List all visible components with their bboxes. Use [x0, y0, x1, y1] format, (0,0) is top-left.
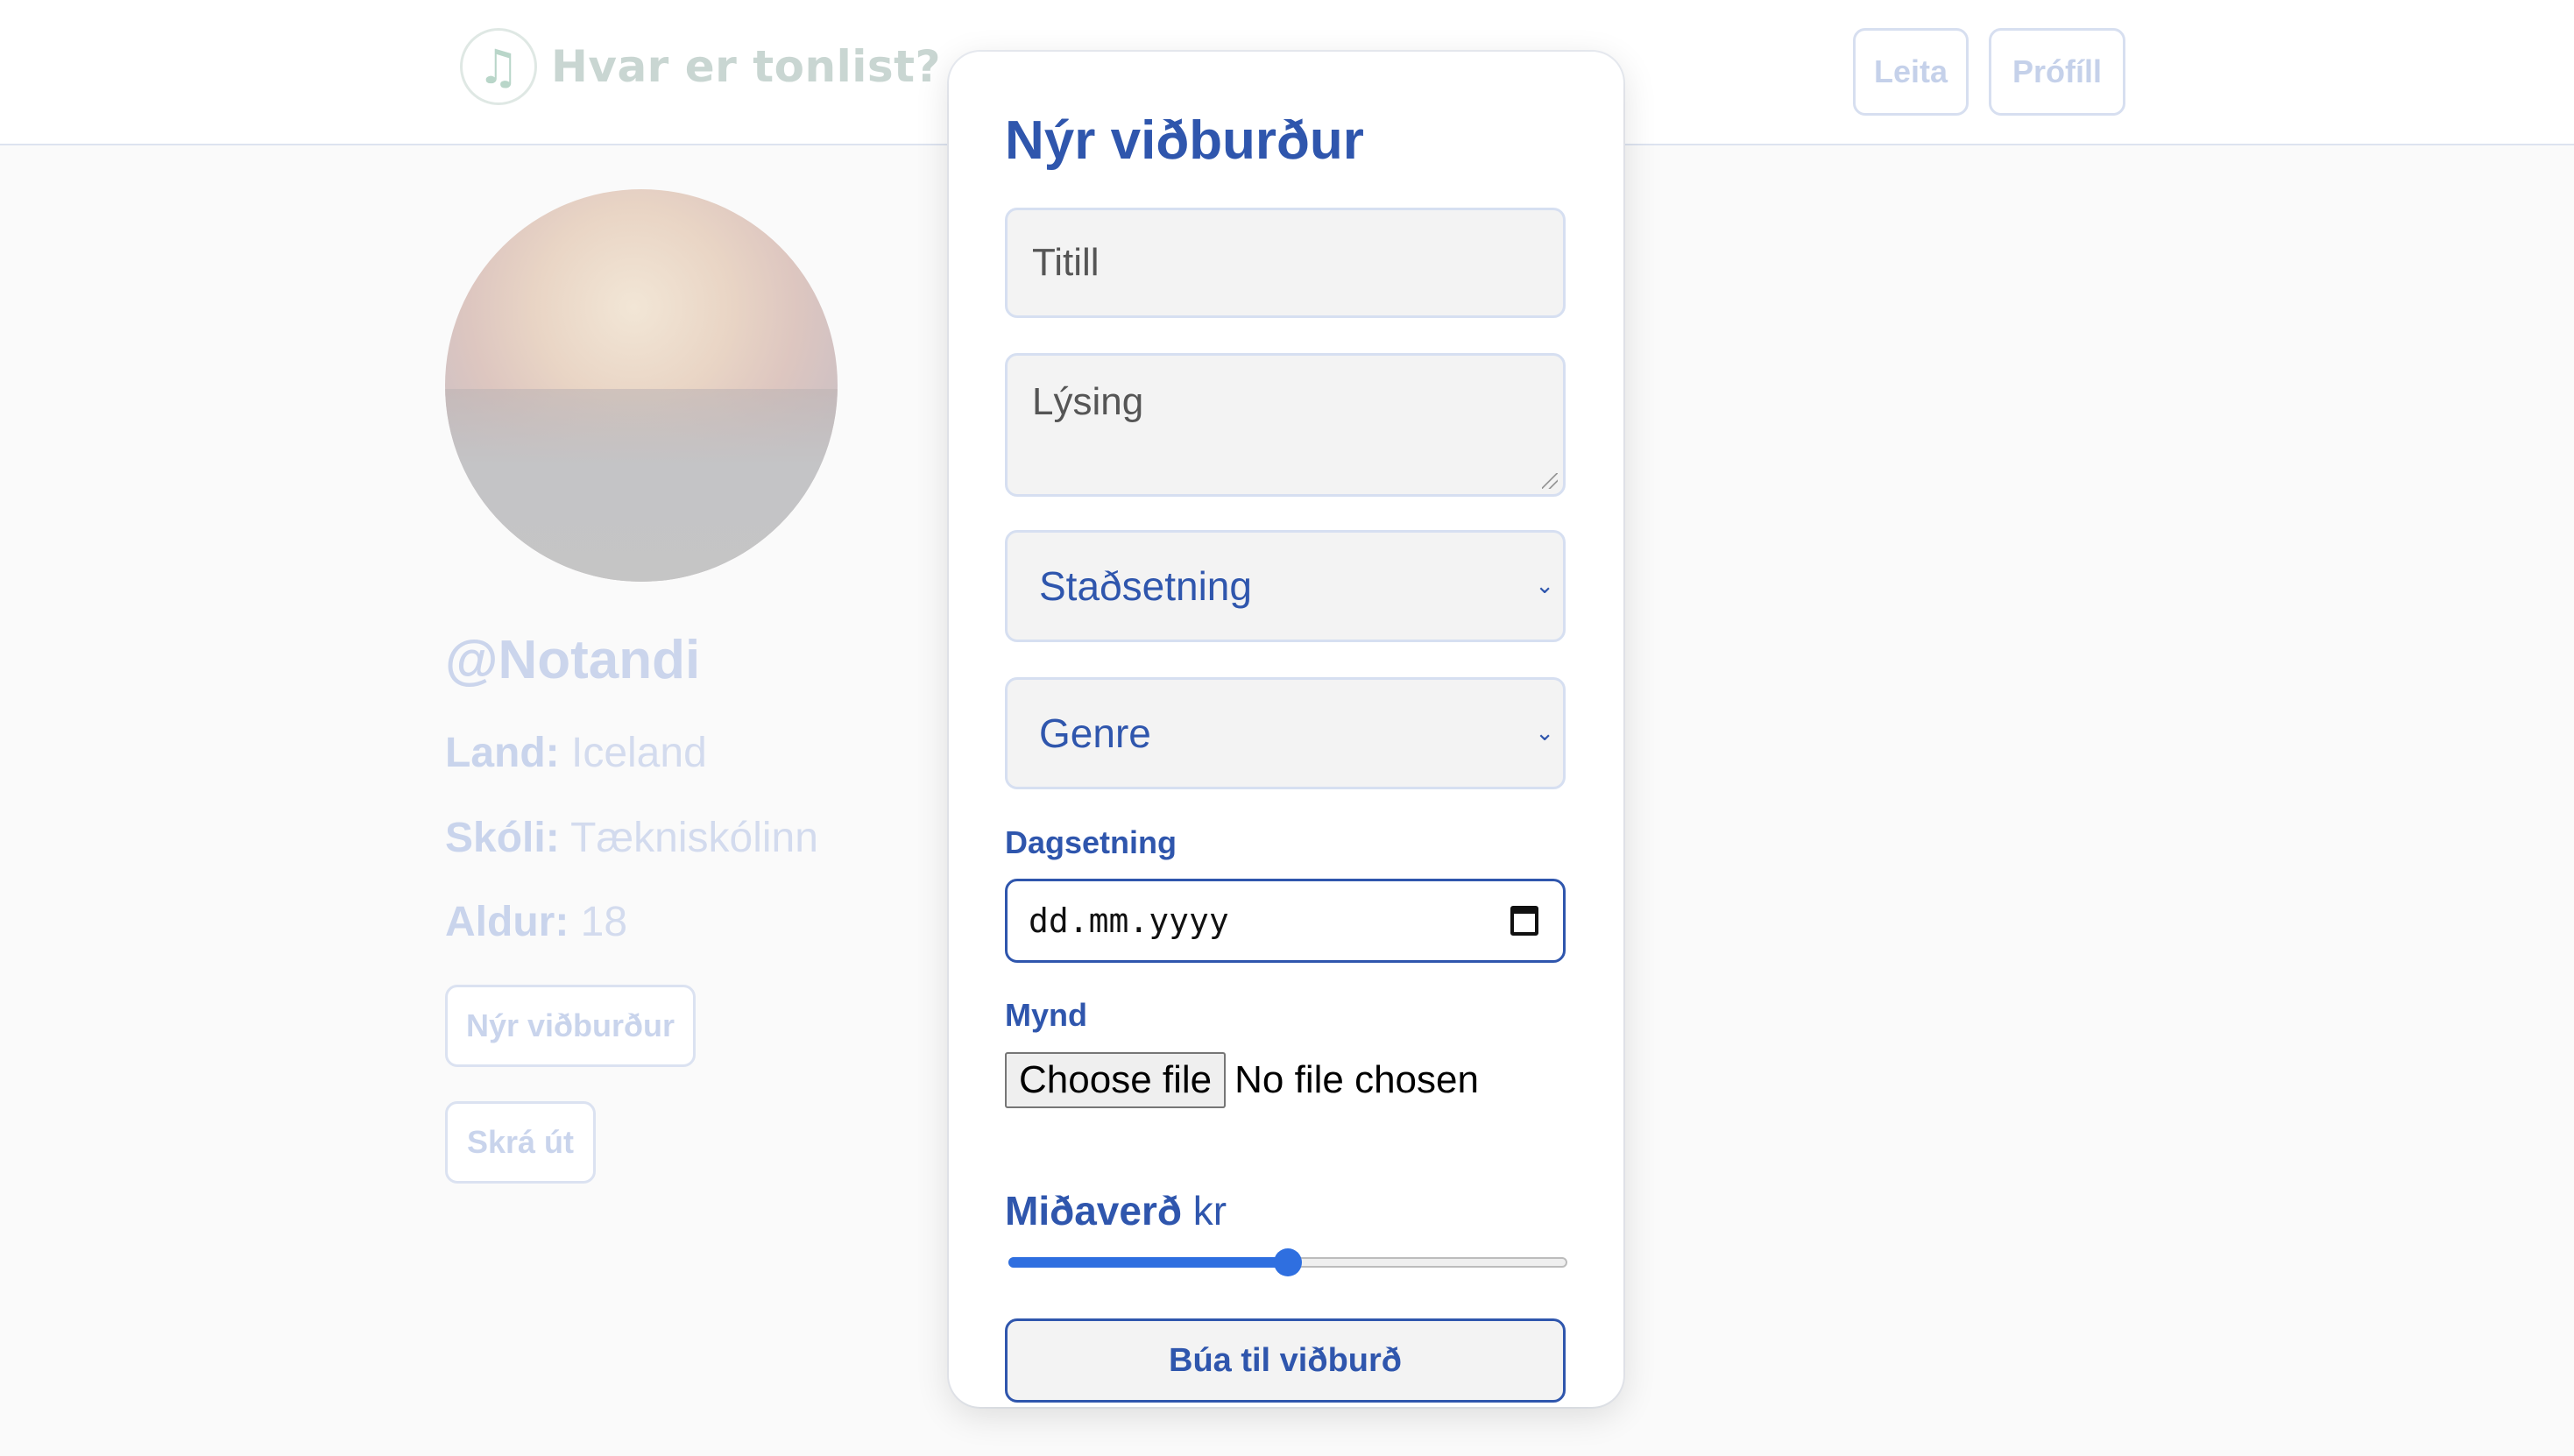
date-placeholder: dd.mm.yyyy	[1029, 901, 1229, 940]
price-unit: kr	[1192, 1188, 1227, 1233]
slider-fill	[1008, 1257, 1288, 1268]
price-slider[interactable]	[1008, 1245, 1567, 1280]
slider-thumb[interactable]	[1274, 1248, 1302, 1276]
file-input: Choose file No file chosen	[1005, 1052, 1479, 1108]
choose-file-button[interactable]: Choose file	[1005, 1052, 1227, 1108]
profile-age: Aldur: 18	[445, 898, 627, 946]
age-label: Aldur:	[445, 899, 569, 945]
profile-username: @Notandi	[445, 630, 701, 690]
date-label: Dagsetning	[1005, 824, 1177, 860]
school-label: Skóli:	[445, 815, 560, 861]
logout-button[interactable]: Skrá út	[445, 1101, 596, 1184]
chevron-down-icon: ⌄	[1535, 573, 1554, 599]
brand-title: Hvar er tonlist?	[551, 41, 942, 92]
age-value: 18	[580, 899, 628, 945]
description-placeholder: Lýsing	[1032, 380, 1144, 423]
new-event-button[interactable]: Nýr viðburður	[445, 985, 696, 1067]
brand[interactable]: ♫ Hvar er tonlist?	[460, 28, 941, 105]
land-value: Iceland	[570, 730, 707, 776]
modal-title: Nýr viðburður	[1005, 110, 1364, 171]
profile-land: Land: Iceland	[445, 729, 707, 777]
price-label: Miðaverð	[1005, 1188, 1182, 1233]
genre-select-value: Genre	[1039, 710, 1151, 756]
avatar	[445, 189, 838, 582]
music-note-icon: ♫	[460, 28, 537, 105]
land-label: Land:	[445, 730, 560, 776]
calendar-icon[interactable]	[1510, 906, 1538, 936]
location-select-value: Staðsetning	[1039, 563, 1252, 609]
profile-nav-button[interactable]: Prófíll	[1989, 28, 2125, 116]
search-nav-button[interactable]: Leita	[1853, 28, 1969, 116]
date-input[interactable]: dd.mm.yyyy	[1005, 879, 1566, 963]
avatar-crowd-image	[445, 389, 838, 582]
image-label: Mynd	[1005, 997, 1087, 1033]
description-textarea[interactable]: Lýsing	[1005, 353, 1566, 497]
new-event-modal: Nýr viðburður Titill Lýsing Staðsetning …	[949, 52, 1623, 1407]
chevron-down-icon: ⌄	[1535, 720, 1554, 746]
resize-handle-icon[interactable]	[1542, 473, 1558, 489]
profile-school: Skóli: Tækniskólinn	[445, 814, 818, 862]
location-select[interactable]: Staðsetning ⌄	[1005, 530, 1566, 642]
school-value: Tækniskólinn	[570, 815, 818, 861]
title-input[interactable]: Titill	[1005, 208, 1566, 318]
create-event-button[interactable]: Búa til viðburð	[1005, 1318, 1566, 1403]
file-status: No file chosen	[1234, 1058, 1479, 1101]
genre-select[interactable]: Genre ⌄	[1005, 677, 1566, 789]
price-row: Miðaverð kr	[1005, 1187, 1227, 1234]
